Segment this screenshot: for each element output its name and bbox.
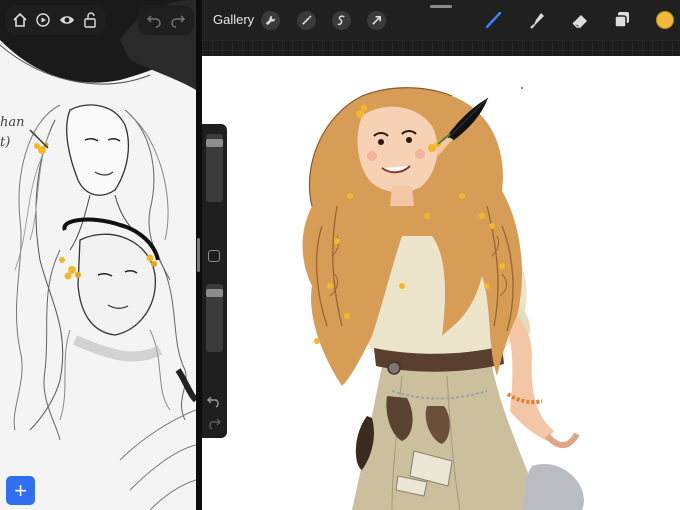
split-view-screen: han t) + Gallery — [0, 0, 680, 510]
undo-icon[interactable] — [207, 394, 221, 408]
left-undo-bar — [138, 5, 194, 35]
add-button-label: + — [14, 478, 27, 503]
sketch-note-2: t) — [0, 135, 10, 150]
brush-icon[interactable] — [483, 9, 505, 31]
selection-icon[interactable] — [332, 11, 351, 30]
sketch-note-1: han — [0, 115, 25, 130]
undo-icon[interactable] — [145, 11, 163, 29]
modify-button[interactable] — [208, 250, 220, 262]
canvas-artwork[interactable] — [202, 56, 680, 510]
eraser-icon[interactable] — [569, 9, 591, 31]
brush-size-slider[interactable] — [206, 134, 223, 202]
home-icon[interactable] — [11, 11, 29, 29]
brush-opacity-slider[interactable] — [206, 284, 223, 352]
left-toolbar — [5, 5, 105, 35]
split-view-handle[interactable] — [197, 238, 200, 272]
procreate-top-bar: Gallery — [202, 0, 680, 56]
sketch-artwork: han t) — [0, 0, 196, 510]
redo-icon[interactable] — [207, 416, 221, 430]
layers-icon[interactable] — [611, 9, 633, 31]
wrench-icon[interactable] — [261, 11, 280, 30]
eye-icon[interactable] — [58, 11, 76, 29]
color-swatch[interactable] — [656, 11, 674, 29]
brush-size-thumb[interactable] — [206, 139, 223, 147]
add-button[interactable]: + — [6, 476, 35, 505]
brush-sidebar — [202, 124, 227, 438]
gallery-button[interactable]: Gallery — [213, 12, 254, 27]
redo-icon[interactable] — [169, 11, 187, 29]
brush-opacity-thumb[interactable] — [206, 289, 223, 297]
reference-pane[interactable]: han t) + — [0, 0, 196, 510]
transform-arrow-icon[interactable] — [367, 11, 386, 30]
play-icon[interactable] — [34, 11, 52, 29]
procreate-pane: Gallery — [202, 0, 680, 510]
smudge-icon[interactable] — [526, 9, 548, 31]
lock-open-icon[interactable] — [81, 11, 99, 29]
pull-tab[interactable] — [430, 5, 452, 8]
magic-wand-icon[interactable] — [297, 11, 316, 30]
